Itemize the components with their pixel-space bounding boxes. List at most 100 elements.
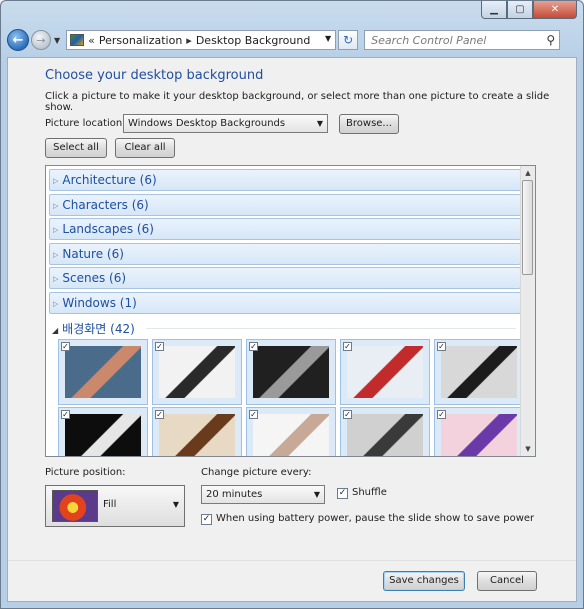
search-icon[interactable]: ⚲ — [546, 33, 555, 47]
expand-icon: ▷ — [53, 275, 59, 283]
group-label: Architecture (6) — [62, 173, 157, 187]
cancel-button[interactable]: Cancel — [477, 571, 537, 591]
close-icon: ✕ — [550, 4, 560, 15]
thumbnail-tile[interactable]: ✓ — [246, 339, 336, 405]
picture-position-select[interactable]: Fill ▼ — [45, 485, 185, 527]
thumbnail-checkbox[interactable]: ✓ — [437, 410, 446, 419]
chevron-down-icon: ▼ — [316, 119, 323, 128]
collapse-icon: ◢ — [52, 326, 59, 335]
picture-location-select[interactable]: Windows Desktop Backgrounds ▼ — [123, 114, 328, 133]
group-landscapes[interactable]: ▷ Landscapes (6) — [49, 218, 521, 240]
back-arrow-icon: ← — [12, 32, 24, 48]
maximize-button[interactable]: ▢ — [507, 1, 533, 19]
caption-buttons: ▁ ▢ ✕ — [481, 1, 577, 19]
shuffle-label: Shuffle — [352, 487, 387, 498]
thumbnail-image — [159, 346, 235, 398]
thumbnail-image — [347, 414, 423, 456]
group-divider — [146, 328, 516, 329]
thumbnail-image — [65, 414, 141, 456]
scroll-up-icon[interactable]: ▲ — [521, 166, 535, 180]
browse-button[interactable]: Browse... — [339, 114, 399, 134]
group-label: 배경화면 (42) — [62, 322, 135, 336]
expand-icon: ▷ — [53, 202, 59, 210]
thumbnail-tile[interactable]: ✓ — [340, 407, 430, 456]
thumbnail-checkbox[interactable]: ✓ — [249, 410, 258, 419]
minimize-icon: ▁ — [490, 4, 498, 15]
thumbnail-checkbox[interactable]: ✓ — [61, 342, 70, 351]
interval-value: 20 minutes — [206, 489, 263, 500]
picture-list[interactable]: ▷ Architecture (6) ▷ Characters (6) ▷ Lands… — [45, 165, 536, 457]
back-button[interactable]: ← — [7, 29, 29, 51]
minimize-button[interactable]: ▁ — [481, 1, 507, 19]
address-dropdown-icon[interactable]: ▼ — [325, 34, 331, 43]
thumbnail-image — [159, 414, 235, 456]
recent-pages-dropdown[interactable]: ▼ — [54, 36, 60, 45]
group-architecture[interactable]: ▷ Architecture (6) — [49, 169, 521, 191]
group-label: Characters (6) — [62, 198, 149, 212]
scroll-down-icon[interactable]: ▼ — [521, 442, 535, 456]
search-input[interactable]: Search Control Panel ⚲ — [364, 30, 561, 50]
group-label: Scenes (6) — [62, 271, 127, 285]
forward-button[interactable]: → — [31, 30, 51, 50]
group-label: Nature (6) — [62, 247, 124, 261]
thumbnail-tile[interactable]: ✓ — [434, 407, 524, 456]
group-wallpapers[interactable]: ◢ 배경화면 (42) — [52, 320, 135, 337]
title-bar: ▁ ▢ ✕ — [1, 1, 583, 23]
thumbnail-tile[interactable]: ✓ — [246, 407, 336, 456]
content-pane: Choose your desktop background Click a p… — [7, 57, 577, 602]
thumbnail-image — [347, 346, 423, 398]
breadcrumb-desktop-background[interactable]: Desktop Background — [196, 34, 311, 47]
thumbnail-checkbox[interactable]: ✓ — [61, 410, 70, 419]
chevron-down-icon: ▼ — [313, 490, 320, 499]
picture-location-label: Picture location: — [45, 118, 126, 129]
picture-position-value: Fill — [103, 499, 117, 510]
refresh-icon: ↻ — [343, 33, 354, 47]
group-scenes[interactable]: ▷ Scenes (6) — [49, 267, 521, 289]
thumbnail-checkbox[interactable]: ✓ — [155, 342, 164, 351]
thumbnail-image — [253, 346, 329, 398]
scroll-thumb[interactable] — [522, 180, 533, 275]
thumbnail-image — [441, 414, 517, 456]
picture-position-label: Picture position: — [45, 467, 126, 478]
thumbnail-checkbox[interactable]: ✓ — [343, 410, 352, 419]
change-picture-label: Change picture every: — [201, 467, 312, 478]
footer: Save changes Cancel — [8, 560, 576, 601]
breadcrumb-overflow-icon[interactable]: « — [88, 34, 95, 47]
group-nature[interactable]: ▷ Nature (6) — [49, 243, 521, 265]
breadcrumb-personalization[interactable]: Personalization — [99, 34, 182, 47]
refresh-button[interactable]: ↻ — [338, 30, 359, 50]
group-characters[interactable]: ▷ Characters (6) — [49, 194, 521, 216]
battery-pause-checkbox[interactable]: ✓ — [201, 514, 212, 525]
expand-icon: ▷ — [53, 251, 59, 259]
thumbnail-tile[interactable]: ✓ — [58, 407, 148, 456]
save-changes-button[interactable]: Save changes — [383, 571, 465, 591]
thumbnail-tile[interactable]: ✓ — [340, 339, 430, 405]
thumbnail-checkbox[interactable]: ✓ — [343, 342, 352, 351]
group-windows[interactable]: ▷ Windows (1) — [49, 292, 521, 314]
thumbnail-checkbox[interactable]: ✓ — [249, 342, 258, 351]
thumbnail-tile[interactable]: ✓ — [152, 339, 242, 405]
interval-select[interactable]: 20 minutes ▼ — [201, 485, 325, 504]
thumbnail-tile[interactable]: ✓ — [434, 339, 524, 405]
control-panel-icon — [70, 34, 85, 46]
close-button[interactable]: ✕ — [533, 1, 577, 19]
group-label: Windows (1) — [62, 296, 137, 310]
breadcrumb-separator-icon: ▸ — [186, 33, 192, 47]
expand-icon: ▷ — [53, 177, 59, 185]
thumbnail-checkbox[interactable]: ✓ — [155, 410, 164, 419]
search-placeholder: Search Control Panel — [371, 33, 487, 47]
thumbnail-tile[interactable]: ✓ — [58, 339, 148, 405]
clear-all-button[interactable]: Clear all — [115, 138, 175, 158]
shuffle-checkbox[interactable]: ✓ — [337, 488, 348, 499]
address-bar[interactable]: « Personalization ▸ Desktop Background ▼ — [66, 30, 337, 50]
thumbnail-image — [441, 346, 517, 398]
vertical-scrollbar[interactable]: ▲ ▼ — [520, 166, 535, 456]
thumbnail-image — [253, 414, 329, 456]
picture-location-value: Windows Desktop Backgrounds — [128, 118, 286, 129]
page-description: Click a picture to make it your desktop … — [45, 91, 550, 113]
select-all-button[interactable]: Select all — [45, 138, 107, 158]
thumbnail-checkbox[interactable]: ✓ — [437, 342, 446, 351]
group-label: Landscapes (6) — [62, 222, 154, 236]
thumbnail-tile[interactable]: ✓ — [152, 407, 242, 456]
thumbnail-image — [65, 346, 141, 398]
